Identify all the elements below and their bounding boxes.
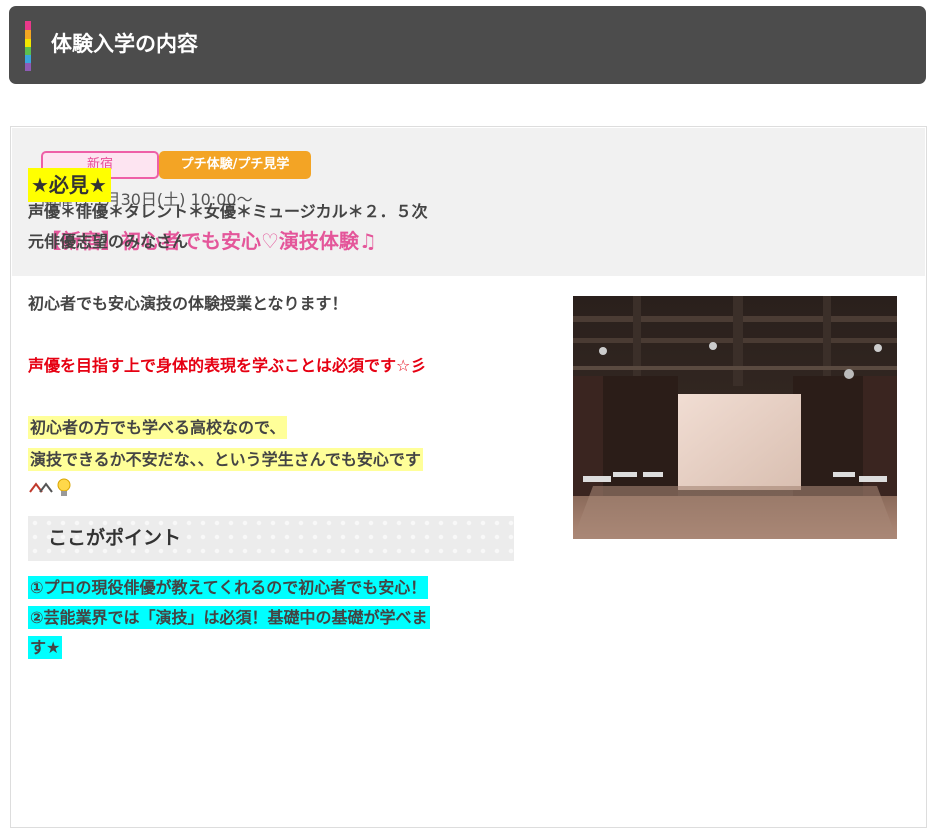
yellow-line-1-wrap: 初心者の方でも学べる高校なので、	[28, 412, 506, 443]
intro-text: 初心者でも安心演技の体験授業となります！	[28, 294, 348, 313]
point-2a-wrap: ②芸能業界では「演技」は必須！基礎中の基礎が学べま	[28, 602, 506, 633]
target-line-1: 声優＊俳優＊タレント＊女優＊ミュージカル＊２．５次	[28, 202, 428, 221]
studio-photo	[573, 296, 897, 539]
yellow-line-2: 演技できるか不安だな、、という学生さんでも安心です	[28, 448, 423, 471]
type-badge: プチ体験/プチ見学	[159, 151, 311, 179]
point-1-wrap: ①プロの現役俳優が教えてくれるので初心者でも安心！	[28, 572, 506, 603]
point-2-line-2: す★	[28, 636, 63, 659]
point-1: ①プロの現役俳優が教えてくれるので初心者でも安心！	[28, 576, 429, 599]
point-heading-label: ここがポイント	[48, 527, 182, 549]
yellow-line-2-wrap: 演技できるか不安だな、、という学生さんでも安心です	[28, 444, 506, 475]
point-heading: ここがポイント	[28, 516, 514, 561]
lightbulb-icon	[28, 476, 74, 498]
rainbow-stripe-icon	[25, 21, 31, 71]
target-line-2: 元俳優志望のみなさん	[28, 232, 189, 251]
yellow-line-1: 初心者の方でも学べる高校なので、	[28, 416, 288, 439]
section-header: 体験入学の内容	[9, 6, 926, 84]
highlight-red-text: 声優を目指す上で身体的表現を学ぶことは必須です☆彡	[28, 356, 427, 375]
section-title: 体験入学の内容	[51, 32, 198, 56]
point-2-line-1: ②芸能業界では「演技」は必須！基礎中の基礎が学べま	[28, 606, 430, 629]
point-2b-wrap: す★	[28, 632, 506, 663]
